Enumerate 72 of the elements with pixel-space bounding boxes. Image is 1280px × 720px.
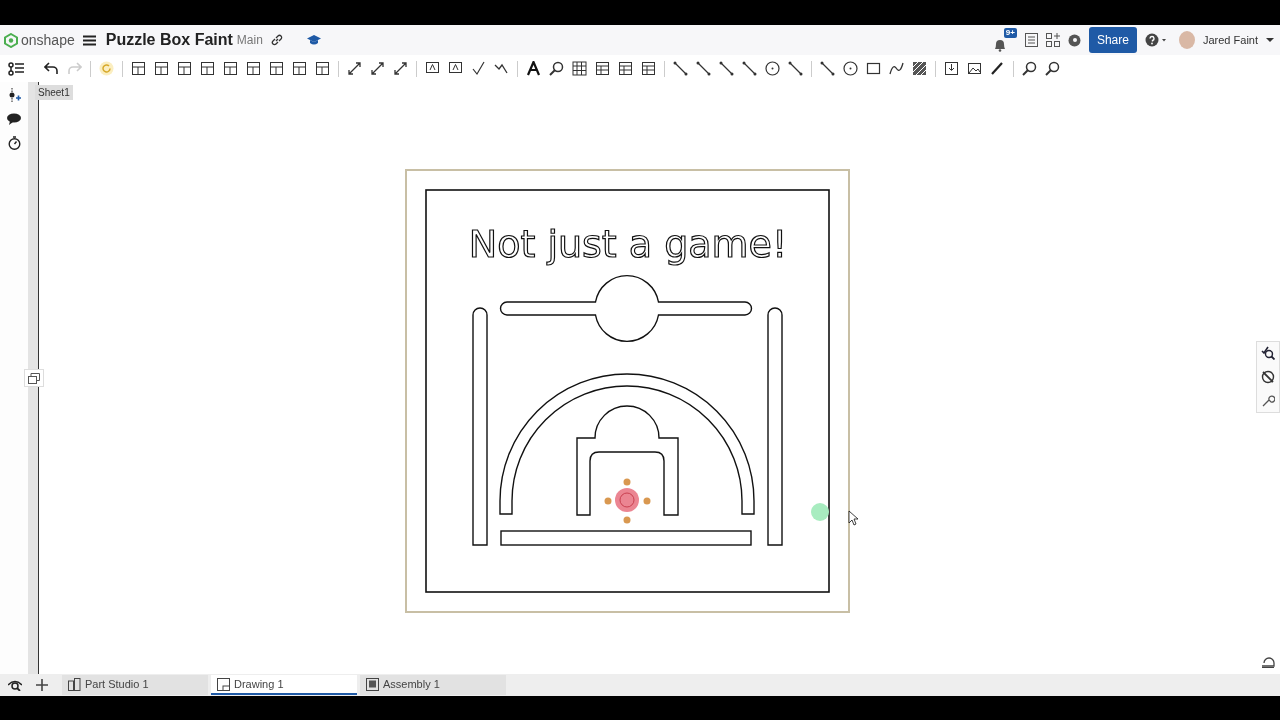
caret-icon[interactable] [1266,37,1274,43]
branch-label[interactable]: Main [236,33,263,47]
view-icon[interactable] [154,61,169,76]
bell-icon [992,38,1007,52]
cursor-icon [848,510,859,526]
view-icon[interactable] [177,61,192,76]
line-icon[interactable] [788,61,803,76]
note-icon[interactable] [448,61,463,76]
view-icon[interactable] [292,61,307,76]
sheet-icon [217,677,230,691]
user-name[interactable]: Jared Faint [1202,34,1258,46]
grid-icon[interactable] [572,61,587,76]
magnifier-icon[interactable] [1045,61,1060,76]
feature-list-icon[interactable] [8,61,24,76]
magnifier-icon[interactable] [1022,61,1037,76]
table-icon[interactable] [595,61,610,76]
share-button[interactable]: Share [1088,27,1137,53]
line-icon[interactable] [820,61,835,76]
add-icon[interactable] [36,679,48,691]
view-icon[interactable] [200,61,215,76]
table-icon[interactable] [641,61,656,76]
note-icon[interactable] [425,61,440,76]
view-icon[interactable] [246,61,261,76]
outlined-title: Not just a game! [468,222,788,266]
dimension-icon[interactable] [347,61,362,76]
pencil-icon[interactable] [990,61,1005,76]
logo-icon [4,32,18,48]
notifications-button[interactable]: 9+ [992,28,1017,52]
graduation-cap-icon[interactable] [306,34,321,46]
assembly-icon [366,677,379,691]
link-icon[interactable] [270,34,283,46]
image-icon[interactable] [967,61,982,76]
dimension-icon[interactable] [393,61,408,76]
mate-connector-icon[interactable] [7,88,21,102]
view-icon[interactable] [131,61,146,76]
notification-count: 9+ [1003,28,1017,38]
document-tab[interactable]: Assembly 1 [360,675,506,695]
undo-icon[interactable] [44,61,59,76]
spline-icon[interactable] [889,61,904,76]
text-icon[interactable] [526,61,541,76]
view-icon[interactable] [269,61,284,76]
list-icon[interactable] [1024,33,1038,47]
document-tab[interactable]: Drawing 1 [211,675,357,695]
circle-icon[interactable] [843,61,858,76]
document-title[interactable]: Puzzle Box Faint [105,31,233,49]
document-tab[interactable]: Part Studio 1 [62,675,208,695]
app-name: onshape [21,32,75,48]
line-icon[interactable] [719,61,734,76]
origin-marker[interactable] [604,478,651,524]
view-icon[interactable] [315,61,330,76]
stopwatch-icon[interactable] [7,136,21,150]
part-icon [68,677,81,691]
sheet-tab[interactable]: Sheet1 [35,85,73,100]
circle-icon[interactable] [765,61,780,76]
rectangle-icon[interactable] [866,61,881,76]
dimension-icon[interactable] [370,61,385,76]
magnifier-icon[interactable] [549,61,564,76]
menu-icon[interactable] [82,34,96,46]
export-icon[interactable] [944,61,959,76]
comment-icon[interactable] [7,113,21,125]
help-icon[interactable] [1144,33,1167,47]
click-highlight [811,503,829,521]
line-icon[interactable] [673,61,688,76]
add-tiles-icon[interactable] [1045,33,1060,47]
hatch-icon[interactable] [912,61,927,76]
line-icon[interactable] [696,61,711,76]
panel-toggle-button[interactable] [24,369,44,387]
line-icon[interactable] [742,61,757,76]
check-icon[interactable] [471,61,486,76]
view-search-icon[interactable] [8,679,22,691]
table-icon[interactable] [618,61,633,76]
view-icon[interactable] [223,61,238,76]
